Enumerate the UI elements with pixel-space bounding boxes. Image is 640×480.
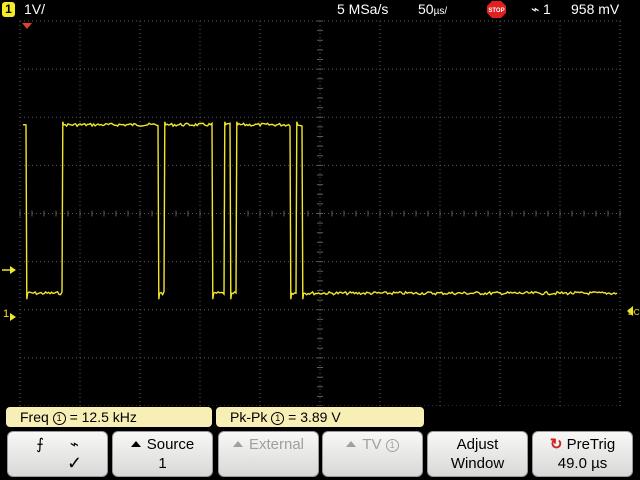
arrow-up-icon (232, 441, 243, 447)
tv-channel-icon: 1 (385, 439, 399, 452)
source-label: Source (146, 436, 195, 453)
tv-label: TV (362, 436, 382, 453)
pkpk-channel-icon: 1 (271, 412, 285, 425)
external-label: External (248, 436, 305, 453)
pretrig-softkey[interactable]: ↻ PreTrig 49.0 µs (532, 431, 633, 477)
waveform-display[interactable]: 1 DC (0, 19, 640, 407)
freq-label: Freq (20, 409, 49, 425)
waveform-graticule: 1 DC (2, 20, 640, 407)
trigger-slope-softkey[interactable]: ⨍ ⌁ ✓ (7, 431, 108, 477)
trigger-position-marker (22, 23, 32, 29)
freq-channel-icon: 1 (52, 412, 66, 425)
selected-check-icon: ✓ (66, 453, 83, 473)
adjust-window-softkey[interactable]: Adjust Window (427, 431, 528, 477)
peak-to-peak-measurement: Pk-Pk 1 = 3.89 V (216, 407, 424, 427)
adjust-window-line1: Adjust (456, 436, 499, 453)
graticule-grid (19, 20, 621, 407)
falling-edge-icon: ⌁ (69, 436, 79, 453)
trigger-level: 958 mV (571, 1, 620, 17)
frequency-measurement: Freq 1 = 12.5 kHz (6, 407, 212, 427)
pkpk-value: = 3.89 V (288, 409, 341, 425)
sample-rate: 5 MSa/s (337, 1, 389, 17)
channel-1-badge[interactable]: 1 (2, 2, 15, 17)
timebase-value: 50 (418, 1, 434, 17)
trigger-source: 1 (543, 1, 551, 17)
pretrig-label: PreTrig (566, 436, 616, 453)
adjust-window-line2: Window (450, 455, 505, 472)
arrow-up-icon (130, 441, 141, 447)
rising-edge-icon: ⨍ (36, 436, 44, 453)
freq-value: = 12.5 kHz (69, 409, 137, 425)
source-softkey[interactable]: Source 1 (112, 431, 213, 477)
stop-icon: STOP (487, 1, 506, 18)
vertical-scale: 1V/ (24, 1, 46, 17)
channel-1-ground-marker: 1 (3, 308, 16, 321)
pretrig-value: 49.0 µs (557, 455, 608, 472)
external-softkey[interactable]: External (218, 431, 319, 477)
pkpk-label: Pk-Pk (230, 409, 268, 425)
source-value: 1 (158, 455, 167, 472)
stop-label: STOP (488, 8, 504, 14)
timebase: 50µs/ (418, 1, 447, 17)
svg-text:DC: DC (628, 308, 640, 317)
trigger-level-marker-right: DC (627, 306, 640, 317)
svg-text:1: 1 (3, 308, 9, 320)
rotate-knob-icon: ↻ (549, 436, 563, 453)
trigger-level-marker-left (2, 266, 16, 274)
arrow-up-icon (346, 441, 357, 447)
timebase-unit: µs/ (433, 6, 448, 17)
status-bar: 1 1V/ 5 MSa/s 50µs/ STOP ⌁ 1 958 mV (0, 0, 640, 19)
tv-softkey[interactable]: TV 1 (322, 431, 423, 477)
trigger-falling-edge-icon: ⌁ (531, 1, 540, 17)
